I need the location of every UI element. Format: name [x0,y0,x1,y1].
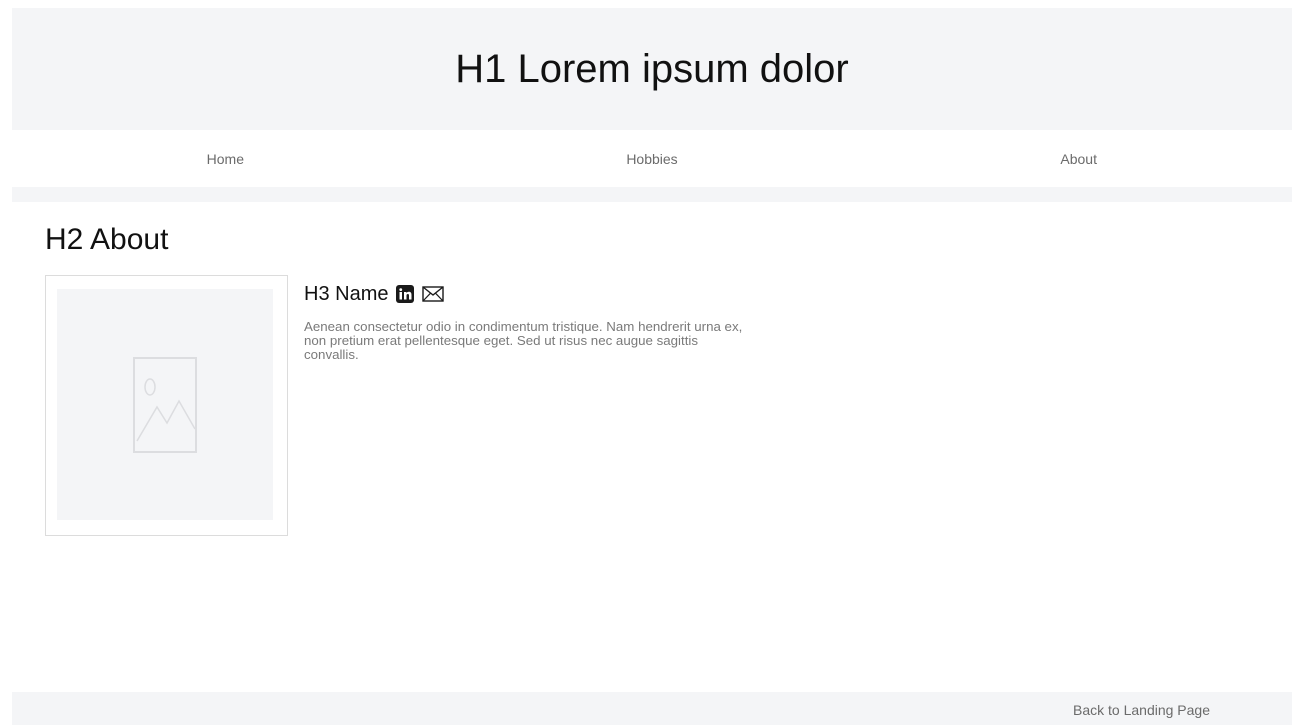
profile-name: H3 Name [304,283,389,305]
linkedin-icon[interactable] [396,285,415,303]
nav-item-home[interactable]: Home [12,130,439,187]
page-header: H1 Lorem ipsum dolor [12,8,1292,130]
profile-name-row: H3 Name [304,282,445,306]
profile-bio: Aenean consectetur odio in condimentum t… [304,319,743,362]
nav-item-hobbies[interactable]: Hobbies [439,130,866,187]
back-to-landing-link[interactable]: Back to Landing Page [1073,702,1210,718]
page-title: H1 Lorem ipsum dolor [455,47,849,91]
page: H1 Lorem ipsum dolor Home Hobbies About … [0,0,1292,725]
nav-divider [12,187,1292,202]
page-footer: Back to Landing Page [12,692,1292,725]
email-icon[interactable] [422,286,445,302]
main-nav: Home Hobbies About [12,130,1292,187]
section-title: H2 About [45,223,169,256]
profile-photo [57,289,273,520]
nav-item-about[interactable]: About [865,130,1292,187]
image-placeholder-icon [133,356,197,453]
profile-photo-frame [45,275,288,536]
